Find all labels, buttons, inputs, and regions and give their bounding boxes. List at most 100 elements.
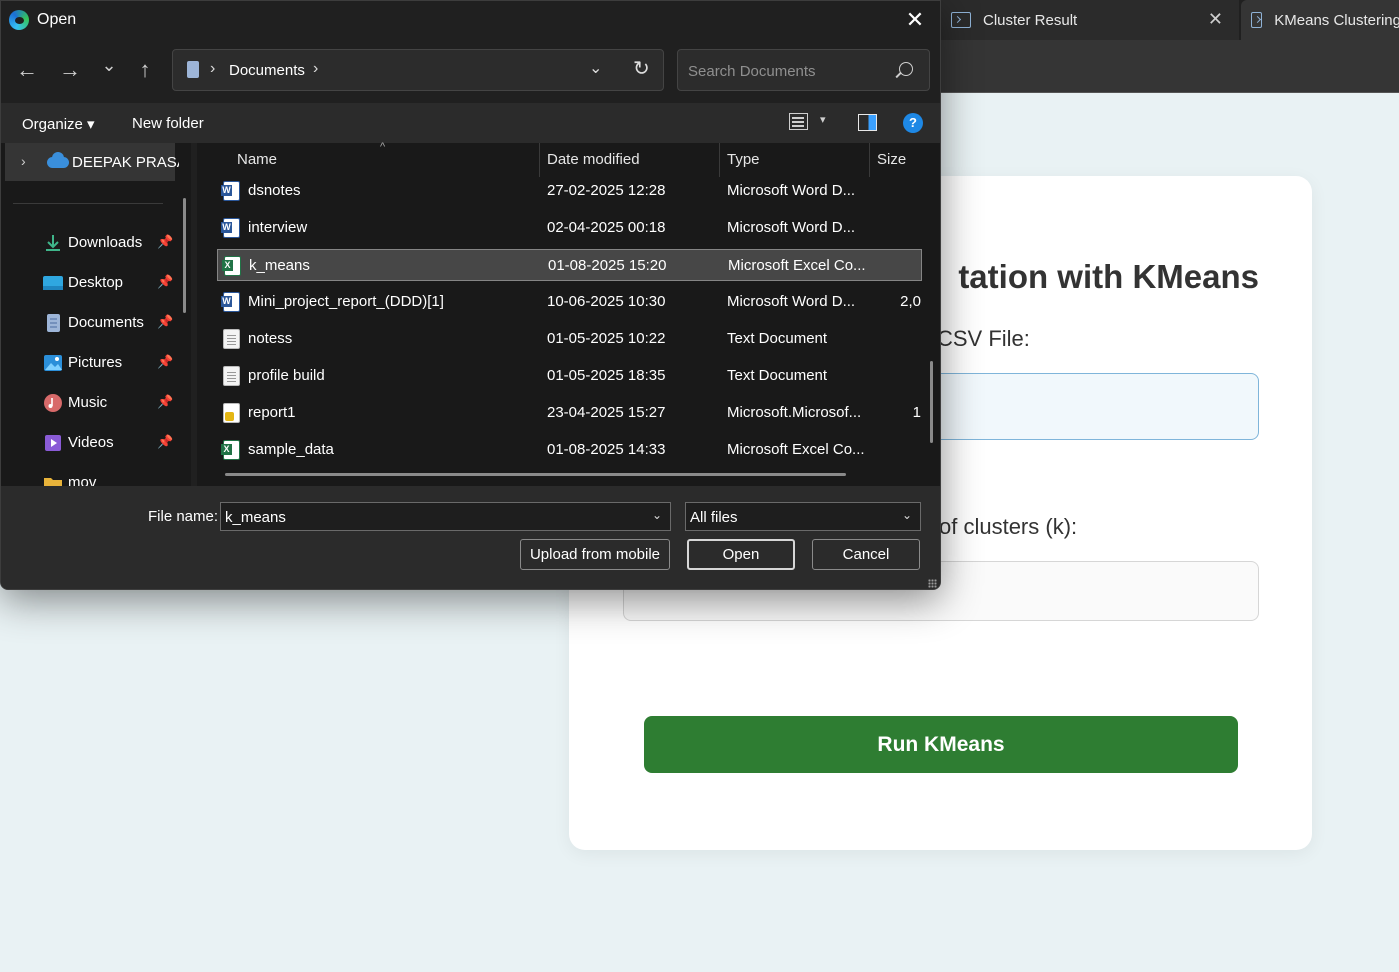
word-file-icon — [221, 292, 240, 312]
file-name: dsnotes — [248, 182, 301, 199]
help-icon[interactable]: ? — [903, 113, 923, 133]
file-row[interactable]: dsnotes 27-02-2025 12:28 Microsoft Word D.… — [217, 175, 922, 207]
file-date-modified: 01-08-2025 15:20 — [548, 257, 667, 274]
refresh-icon[interactable]: ↻ — [633, 56, 650, 81]
file-name-field[interactable]: k_means ⌄ — [220, 502, 671, 531]
sidebar-item-downloads[interactable]: Downloads 📌 — [1, 223, 175, 263]
file-type-select[interactable]: All files ⌄ — [685, 502, 921, 531]
pin-icon[interactable]: 📌 — [157, 394, 173, 410]
file-type: Microsoft Excel Co... — [727, 441, 865, 458]
sidebar-item-documents[interactable]: Documents 📌 — [1, 303, 175, 343]
sidebar-item-label: Videos — [68, 434, 114, 451]
resize-grip-icon[interactable] — [928, 579, 937, 588]
breadcrumb-separator: › — [210, 60, 216, 77]
file-name: report1 — [248, 404, 296, 421]
file-type: Microsoft Word D... — [727, 219, 856, 236]
column-header-size[interactable]: Size — [877, 143, 906, 177]
chevron-down-icon[interactable]: ⌄ — [652, 508, 662, 522]
vertical-scrollbar[interactable] — [930, 361, 933, 443]
search-icon[interactable] — [899, 62, 913, 76]
dialog-footer: File name: k_means ⌄ All files ⌄ Upload … — [1, 486, 940, 589]
sidebar-item-label: Pictures — [68, 354, 123, 371]
file-type: Microsoft Word D... — [727, 293, 856, 310]
videos-folder-icon — [45, 435, 61, 451]
file-row[interactable]: profile build 01-05-2025 18:35 Text Docume… — [217, 360, 922, 392]
breadcrumb-documents[interactable]: Documents — [229, 62, 305, 79]
clusters-label: of clusters (k): — [939, 514, 1078, 539]
file-name-label: File name: — [148, 508, 219, 525]
file-name: k_means — [249, 257, 310, 274]
sidebar-item-onedrive[interactable]: › DEEPAK PRASATH — [5, 143, 179, 181]
file-type-value: All files — [690, 509, 738, 526]
horizontal-scrollbar[interactable] — [225, 473, 846, 476]
back-arrow-icon[interactable]: ← — [13, 56, 41, 84]
file-name: interview — [248, 219, 308, 236]
cancel-button[interactable]: Cancel — [812, 539, 920, 570]
file-date-modified: 27-02-2025 12:28 — [547, 182, 666, 199]
search-placeholder: Search Documents — [688, 63, 816, 80]
pin-icon[interactable]: 📌 — [157, 354, 173, 370]
open-button[interactable]: Open — [687, 539, 795, 570]
column-divider[interactable] — [719, 143, 720, 177]
upload-from-mobile-button[interactable]: Upload from mobile — [520, 539, 670, 570]
file-row[interactable]: sample_data 01-08-2025 14:33 Microsoft Exc… — [217, 434, 922, 466]
sidebar-item-desktop[interactable]: Desktop 📌 — [1, 263, 175, 303]
pin-icon[interactable]: 📌 — [157, 234, 173, 250]
file-type: Text Document — [727, 367, 828, 384]
file-row[interactable]: interview 02-04-2025 00:18 Microsoft Word … — [217, 212, 922, 244]
pin-icon[interactable]: 📌 — [157, 314, 173, 330]
column-header-date[interactable]: Date modified — [547, 143, 640, 177]
navigation-pane: › DEEPAK PRASATH Downloads 📌 Desktop 📌 D… — [1, 143, 191, 491]
breadcrumb-separator[interactable]: › — [313, 60, 318, 78]
tab-title: Cluster Result — [983, 11, 1078, 29]
word-file-icon — [221, 218, 240, 238]
file-type: Microsoft Word D... — [727, 182, 856, 199]
up-arrow-icon[interactable]: ↑ — [131, 56, 159, 84]
browser-tab-cluster-result[interactable]: Cluster Result ✕ — [941, 0, 1239, 40]
file-type: Microsoft Excel Co... — [728, 257, 866, 274]
sidebar-item-videos[interactable]: Videos 📌 — [1, 423, 175, 463]
file-name-value[interactable]: k_means — [225, 509, 286, 526]
chevron-down-icon[interactable]: ⌄ — [589, 58, 602, 78]
file-row[interactable]: report1 23-04-2025 15:27 Microsoft.Microso… — [217, 397, 922, 429]
file-name: notess — [248, 330, 293, 347]
new-folder-button[interactable]: New folder — [132, 115, 204, 132]
close-icon[interactable]: ✕ — [900, 5, 930, 35]
tab-close-icon[interactable]: ✕ — [1208, 9, 1223, 30]
search-input[interactable]: Search Documents — [677, 49, 930, 91]
chevron-right-icon[interactable]: › — [21, 153, 26, 169]
sidebar-item-label: DEEPAK PRASATH — [72, 154, 179, 171]
sidebar-scrollbar[interactable] — [183, 198, 186, 313]
view-list-icon[interactable] — [789, 113, 808, 130]
forward-arrow-icon[interactable]: → — [56, 56, 84, 84]
dialog-titlebar[interactable]: Open ✕ — [1, 1, 940, 39]
file-size: 2,0 — [900, 293, 921, 310]
file-row[interactable]: Mini_project_report_(DDD)[1] 10-06-2025 1… — [217, 286, 922, 318]
file-row[interactable]: k_means 01-08-2025 15:20 Microsoft Excel C… — [217, 249, 922, 281]
edge-icon — [9, 10, 29, 30]
column-divider[interactable] — [869, 143, 870, 177]
pictures-folder-icon — [44, 355, 62, 371]
pin-icon[interactable]: 📌 — [157, 434, 173, 450]
column-header-name[interactable]: Name — [237, 143, 277, 177]
pin-icon[interactable]: 📌 — [157, 274, 173, 290]
file-date-modified: 02-04-2025 00:18 — [547, 219, 666, 236]
column-header-type[interactable]: Type — [727, 143, 760, 177]
file-row[interactable]: notess 01-05-2025 10:22 Text Document — [217, 323, 922, 355]
sidebar-item-label: Music — [68, 394, 108, 411]
sidebar-item-music[interactable]: Music 📌 — [1, 383, 175, 423]
preview-pane-icon[interactable] — [858, 114, 877, 131]
divider — [13, 203, 163, 204]
run-kmeans-button[interactable]: Run KMeans — [644, 716, 1238, 773]
file-type: Microsoft.Microsof... — [727, 404, 862, 421]
browser-tab-kmeans[interactable]: KMeans Clustering — [1241, 0, 1399, 40]
address-bar[interactable]: › Documents › ⌄ ↻ — [172, 49, 664, 91]
chevron-down-icon[interactable]: ⌄ — [902, 508, 912, 522]
sidebar-item-pictures[interactable]: Pictures 📌 — [1, 343, 175, 383]
organize-button[interactable]: Organize ▾ — [22, 115, 95, 133]
sidebar-item-label: Documents — [68, 314, 144, 331]
column-divider[interactable] — [539, 143, 540, 177]
view-options-dropdown[interactable]: ▾ — [820, 113, 826, 126]
recent-locations-icon[interactable]: ⌄ — [95, 51, 123, 79]
file-date-modified: 23-04-2025 15:27 — [547, 404, 666, 421]
